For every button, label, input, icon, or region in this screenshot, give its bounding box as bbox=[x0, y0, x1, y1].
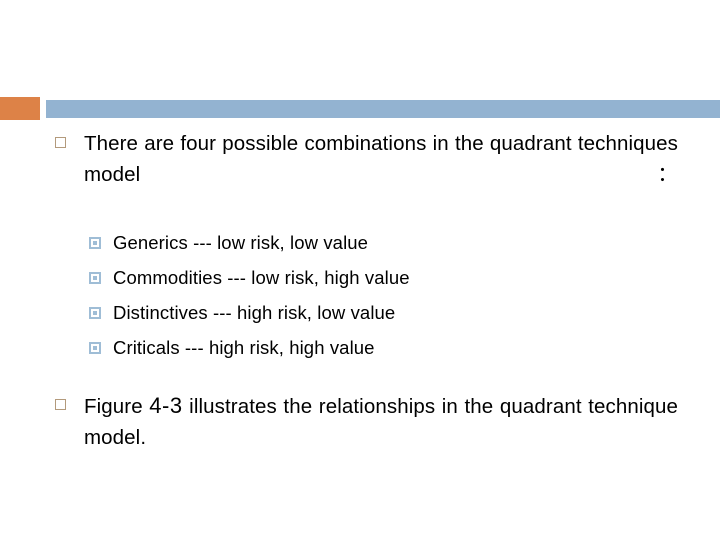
bullet-text-intro-suffix: ： bbox=[140, 163, 678, 186]
header-accent-block-orange bbox=[0, 97, 40, 120]
list-item: Criticals --- high risk, high value bbox=[0, 335, 720, 361]
figure-reference: 4-3 bbox=[149, 393, 183, 418]
list-item: Generics --- low risk, low value bbox=[0, 230, 720, 256]
slide-body: There are four possible combinations in … bbox=[0, 128, 720, 486]
box-dot-bullet-icon bbox=[89, 237, 101, 249]
sub-bullet-label-commodities: Commodities --- low risk, high value bbox=[113, 267, 410, 288]
box-dot-bullet-icon bbox=[89, 272, 101, 284]
slide-canvas: There are four possible combinations in … bbox=[0, 0, 720, 540]
bullet-paragraph-intro: There are four possible combinations in … bbox=[84, 128, 678, 221]
list-item: Commodities --- low risk, high value bbox=[0, 265, 720, 291]
hollow-square-bullet-icon bbox=[55, 137, 66, 148]
sub-bullet-list: Generics --- low risk, low value Commodi… bbox=[0, 230, 720, 361]
box-dot-bullet-icon bbox=[89, 342, 101, 354]
sub-bullet-label-criticals: Criticals --- high risk, high value bbox=[113, 337, 375, 358]
header-decoration bbox=[0, 97, 720, 120]
bullet-text-figure-prefix: Figure bbox=[84, 395, 150, 418]
list-item: Distinctives --- high risk, low value bbox=[0, 300, 720, 326]
list-item: Figure 4-3 illustrates the relationships… bbox=[0, 390, 720, 484]
sub-bullet-label-generics: Generics --- low risk, low value bbox=[113, 232, 369, 253]
bullet-paragraph-figure: Figure 4-3 illustrates the relationships… bbox=[84, 390, 678, 484]
hollow-square-bullet-icon bbox=[55, 399, 66, 410]
sub-bullet-label-distinctives: Distinctives --- high risk, low value bbox=[113, 302, 396, 323]
list-item: There are four possible combinations in … bbox=[0, 128, 720, 221]
header-accent-bar-blue bbox=[46, 100, 720, 118]
box-dot-bullet-icon bbox=[89, 307, 101, 319]
